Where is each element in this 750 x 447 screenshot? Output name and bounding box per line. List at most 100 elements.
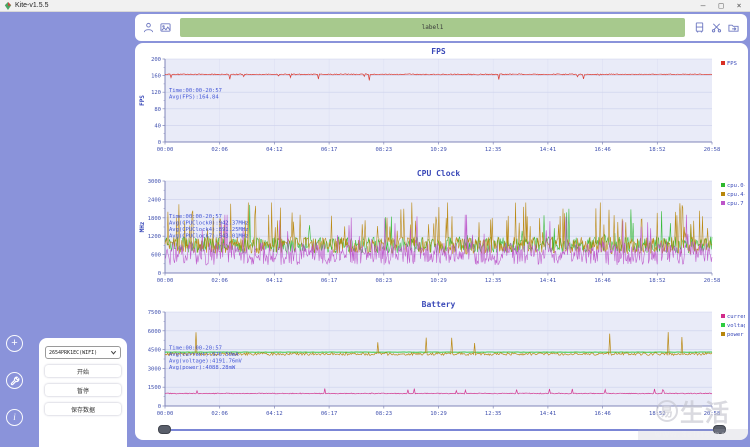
range-slider-handle-right[interactable]	[713, 425, 726, 434]
svg-text:40: 40	[154, 123, 161, 129]
svg-text:3000: 3000	[148, 179, 161, 185]
svg-text:12:35: 12:35	[485, 411, 502, 417]
minimize-button[interactable]: –	[696, 0, 710, 11]
svg-text:2400: 2400	[148, 197, 161, 203]
svg-text:Avg(voltage):4191.76mV: Avg(voltage):4191.76mV	[169, 359, 243, 365]
svg-text:16:46: 16:46	[594, 411, 611, 417]
svg-text:14:41: 14:41	[540, 147, 557, 153]
svg-text:14:41: 14:41	[540, 278, 557, 284]
export-icon[interactable]	[727, 21, 740, 34]
app-logo-icon	[4, 1, 12, 10]
svg-text:00:00: 00:00	[157, 411, 174, 417]
svg-text:160: 160	[151, 74, 161, 80]
svg-text:1500: 1500	[148, 385, 161, 391]
svg-text:Avg(CPUClock4):891.25MHz: Avg(CPUClock4):891.25MHz	[169, 227, 248, 233]
svg-text:16:46: 16:46	[594, 278, 611, 284]
cut-icon[interactable]	[710, 21, 723, 34]
svg-text:80: 80	[154, 107, 161, 113]
plus-icon: +	[11, 337, 18, 349]
save-data-button[interactable]: 保存数据	[45, 403, 121, 415]
chart-fps[interactable]: FPS 00:00 02:06 04:12 06:17 08:23 10:29 12:35 14…	[137, 45, 748, 167]
svg-text:10:29: 10:29	[430, 147, 447, 153]
svg-text:08:23: 08:23	[376, 278, 393, 284]
svg-text:CPU Clock: CPU Clock	[417, 169, 461, 178]
svg-text:Avg(power):4088.28mW: Avg(power):4088.28mW	[169, 365, 236, 371]
svg-text:18:52: 18:52	[649, 278, 666, 284]
svg-text:02:06: 02:06	[211, 411, 228, 417]
chart-cpu-clock[interactable]: CPU Clock 00:00 02:06 04:12 06:17 08:23 10:29 1…	[137, 167, 748, 298]
chevron-down-icon	[110, 350, 117, 355]
svg-text:power: power	[727, 332, 744, 338]
svg-text:10:29: 10:29	[430, 278, 447, 284]
topbar: label1	[135, 14, 747, 41]
svg-text:14:41: 14:41	[540, 411, 557, 417]
svg-text:FPS: FPS	[431, 47, 446, 56]
svg-text:0: 0	[158, 404, 161, 410]
save-icon[interactable]	[693, 21, 706, 34]
svg-text:02:06: 02:06	[211, 147, 228, 153]
svg-text:1200: 1200	[148, 234, 161, 240]
svg-text:00:00: 00:00	[157, 278, 174, 284]
info-icon: i	[13, 412, 16, 422]
svg-text:200: 200	[151, 57, 161, 63]
close-button[interactable]: ×	[732, 0, 746, 11]
range-slider-track[interactable]	[165, 429, 720, 431]
svg-text:cpu.0-3: cpu.0-3	[727, 183, 745, 189]
svg-text:Time:00:00-20:57: Time:00:00-20:57	[169, 88, 222, 94]
svg-text:0: 0	[158, 140, 161, 146]
svg-text:Avg(FPS):164.84: Avg(FPS):164.84	[169, 95, 219, 101]
svg-text:04:12: 04:12	[266, 411, 283, 417]
svg-text:0: 0	[158, 271, 161, 277]
range-slider-handle-left[interactable]	[158, 425, 171, 434]
svg-text:600: 600	[151, 253, 161, 259]
svg-text:3000: 3000	[148, 366, 161, 372]
svg-text:Avg(CPUClock0):942.37MHz: Avg(CPUClock0):942.37MHz	[169, 220, 248, 226]
svg-text:120: 120	[151, 90, 161, 96]
device-select[interactable]: 2654PRK1EC(WIFI)	[45, 346, 121, 359]
svg-text:6000: 6000	[148, 329, 161, 335]
svg-text:06:17: 06:17	[321, 411, 338, 417]
svg-text:06:17: 06:17	[321, 147, 338, 153]
svg-text:FPS: FPS	[727, 61, 737, 67]
svg-text:00:00: 00:00	[157, 147, 174, 153]
svg-text:12:35: 12:35	[485, 278, 502, 284]
svg-text:02:06: 02:06	[211, 278, 228, 284]
window-controls: – □ ×	[696, 0, 746, 11]
svg-text:Battery: Battery	[422, 300, 456, 309]
add-device-button[interactable]: +	[6, 335, 23, 352]
svg-text:Time:00:00-20:57: Time:00:00-20:57	[169, 214, 222, 220]
svg-text:16:46: 16:46	[594, 147, 611, 153]
svg-text:1800: 1800	[148, 216, 161, 222]
svg-text:cpu.4-6: cpu.4-6	[727, 192, 745, 198]
start-button[interactable]: 开始	[45, 365, 121, 377]
svg-text:Time:00:00-20:57: Time:00:00-20:57	[169, 346, 222, 352]
pause-button[interactable]: 暂停	[45, 384, 121, 396]
svg-text:06:17: 06:17	[321, 278, 338, 284]
window-title: Kite-v1.5.5	[15, 2, 49, 9]
svg-text:04:12: 04:12	[266, 278, 283, 284]
svg-text:current: current	[727, 314, 745, 320]
svg-text:Avg(CPUClock7):543.01MHz: Avg(CPUClock7):543.01MHz	[169, 233, 248, 239]
svg-text:4500: 4500	[148, 348, 161, 354]
svg-text:20:58: 20:58	[704, 147, 721, 153]
user-icon[interactable]	[142, 21, 155, 34]
info-button[interactable]: i	[6, 409, 23, 426]
svg-text:10:29: 10:29	[430, 411, 447, 417]
chart-battery[interactable]: Battery 00:00 02:06 04:12 06:17 08:23 10:29 12:…	[137, 298, 748, 431]
svg-text:08:23: 08:23	[376, 147, 393, 153]
svg-text:18:52: 18:52	[649, 411, 666, 417]
svg-text:FPS: FPS	[139, 95, 146, 106]
svg-text:12:35: 12:35	[485, 147, 502, 153]
control-panel: 2654PRK1EC(WIFI) 开始 暂停 保存数据	[39, 338, 127, 447]
svg-text:20:58: 20:58	[704, 278, 721, 284]
image-icon[interactable]	[159, 21, 172, 34]
svg-text:08:23: 08:23	[376, 411, 393, 417]
label-input[interactable]: label1	[180, 18, 685, 37]
svg-text:voltage: voltage	[727, 323, 745, 329]
device-select-value: 2654PRK1EC(WIFI)	[49, 349, 98, 356]
maximize-button[interactable]: □	[714, 0, 728, 11]
settings-button[interactable]	[6, 372, 23, 389]
titlebar: Kite-v1.5.5 – □ ×	[0, 0, 750, 12]
svg-text:cpu.7: cpu.7	[727, 201, 744, 207]
time-range-slider	[135, 422, 748, 438]
